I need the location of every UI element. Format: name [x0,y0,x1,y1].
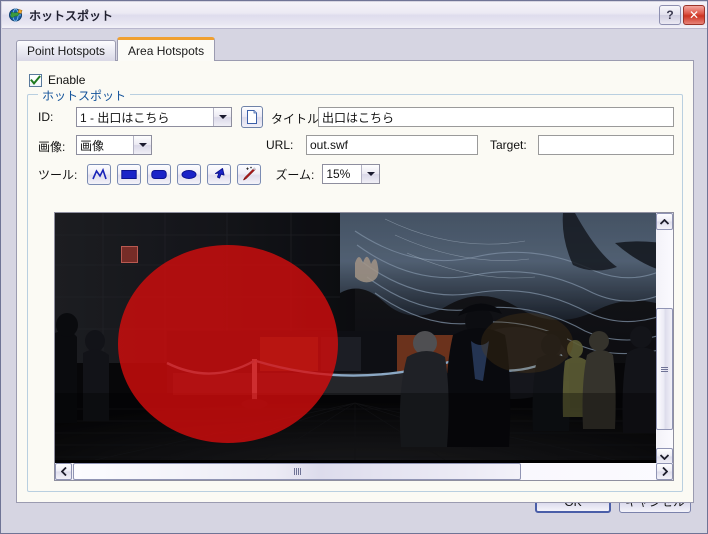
polygon-tool-button[interactable] [87,163,112,185]
hotspot-groupbox: ホットスポット ID: 1 - 出口はこちら タイトル: 出口はこちら 画像: … [27,87,683,492]
zoom-combobox-value: 15% [326,167,351,181]
target-label: Target: [490,138,527,152]
hotspot-canvas-area[interactable] [54,212,674,481]
scroll-up-button[interactable] [656,213,673,230]
magic-wand-tool-button[interactable] [237,163,262,185]
arrow-cursor-icon [215,168,225,179]
rounded-rectangle-icon [151,169,168,179]
hotspot-groupbox-title: ホットスポット [38,87,131,104]
dialog-client-area: Point Hotspots Area Hotspots Enable ホットス… [2,29,707,533]
tab-strip: Point Hotspots Area Hotspots [16,37,216,61]
zoom-label: ズーム: [275,167,315,182]
title-input[interactable]: 出口はこちら [318,107,674,127]
hotspot-dialog-window: ホットスポット ? ✕ Point Hotspots Area Hotspots [0,0,708,534]
id-label: ID: [38,110,54,124]
canvas-vertical-scrollbar[interactable] [656,213,673,465]
close-button[interactable]: ✕ [683,5,705,25]
area-hotspot-handle[interactable] [121,246,138,263]
vertical-scroll-thumb[interactable] [656,308,673,430]
grip-icon [661,366,668,372]
ellipse-tool-button[interactable] [177,163,202,185]
globe-icon [8,7,24,23]
image-label: 画像: [38,140,66,154]
scroll-left-button[interactable] [55,463,72,480]
magic-wand-icon [243,166,257,181]
chevron-down-icon [133,136,151,154]
rounded-rectangle-tool-button[interactable] [147,163,172,185]
checkmark-icon [30,74,41,85]
id-row: ID: 1 - 出口はこちら タイトル: 出口はこちら [38,106,674,128]
image-combobox-value: 画像 [80,138,105,153]
chevron-left-icon [60,467,67,476]
chevron-down-icon [361,165,380,183]
zoom-combobox[interactable]: 15% [322,164,381,184]
tab-point-hotspots[interactable]: Point Hotspots [16,40,117,61]
scroll-right-button[interactable] [656,463,673,480]
area-hotspot-ellipse[interactable] [118,245,338,443]
image-url-row: 画像: 画像 URL: out.swf Target: [38,135,674,155]
tab-point-hotspots-label: Point Hotspots [27,44,106,58]
select-tool-button[interactable] [207,163,232,185]
rectangle-icon [121,169,138,179]
enable-label: Enable [48,73,86,87]
window-title: ホットスポット [29,8,114,23]
grip-icon [293,468,301,475]
chevron-down-icon [213,108,231,126]
target-input[interactable] [538,135,674,155]
rectangle-tool-button[interactable] [117,163,142,185]
image-combobox[interactable]: 画像 [76,135,152,155]
tab-area-hotspots-label: Area Hotspots [128,43,205,58]
new-hotspot-button[interactable] [241,106,263,128]
panorama-photo[interactable] [55,213,673,460]
url-input[interactable]: out.swf [306,135,478,155]
title-label: タイトル: [271,112,323,126]
url-label: URL: [266,138,294,152]
ellipse-icon [181,169,197,179]
polyline-icon [92,167,107,179]
help-button[interactable]: ? [659,5,681,25]
tools-row: ツール: ズーム: 15% [38,163,674,185]
enable-checkbox[interactable] [29,73,42,87]
title-bar: ホットスポット ? ✕ [2,2,707,29]
canvas-horizontal-scrollbar[interactable] [55,463,673,480]
area-hotspots-panel: Enable ホットスポット ID: 1 - 出口はこちら タイトル: 出口はこ… [16,60,694,503]
chevron-right-icon [661,467,668,476]
horizontal-scroll-thumb[interactable] [73,463,521,480]
chevron-down-icon [660,453,669,460]
chevron-up-icon [660,218,669,225]
tab-area-hotspots[interactable]: Area Hotspots [117,37,216,61]
enable-row: Enable [29,72,85,88]
tools-label: ツール: [38,167,78,182]
new-document-icon [247,110,257,124]
id-combobox[interactable]: 1 - 出口はこちら [76,107,232,127]
id-combobox-value: 1 - 出口はこちら [80,110,170,125]
